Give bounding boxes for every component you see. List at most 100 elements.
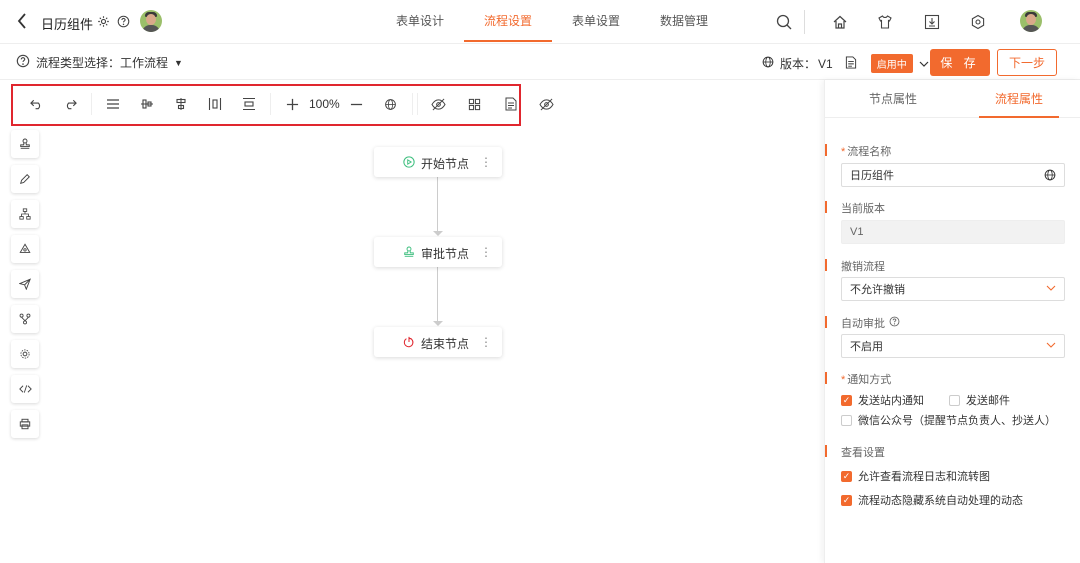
flow-type-label: 流程类型选择：工作流程 bbox=[36, 56, 169, 70]
checkbox-checked[interactable]: ✓ bbox=[841, 394, 852, 406]
distribute-vertical-icon[interactable] bbox=[238, 93, 260, 115]
search-icon[interactable] bbox=[774, 12, 794, 32]
connector-arrow bbox=[433, 321, 443, 326]
section-marker bbox=[825, 316, 827, 328]
more-icon[interactable]: ⋮ bbox=[480, 245, 492, 259]
chevron-down-icon bbox=[1046, 283, 1056, 295]
redo-icon[interactable] bbox=[59, 93, 81, 115]
flow-type-selector[interactable]: 流程类型选择：工作流程 ▼ bbox=[16, 54, 183, 71]
zoom-level: 100% bbox=[309, 97, 340, 111]
view-settings-label: 查看设置 bbox=[841, 447, 885, 459]
next-step-button[interactable]: 下一步 bbox=[997, 49, 1057, 76]
eye-off-icon[interactable] bbox=[428, 93, 450, 115]
flow-name-label: * 流程名称 bbox=[841, 146, 892, 158]
distribute-horizontal-icon[interactable] bbox=[204, 93, 226, 115]
code-icon[interactable] bbox=[11, 375, 39, 403]
tab-form-design[interactable]: 表单设计 bbox=[376, 0, 464, 42]
grid-icon[interactable] bbox=[464, 93, 486, 115]
status-badge: 启用中 bbox=[870, 54, 913, 73]
align-horizontal-center-icon[interactable] bbox=[170, 93, 192, 115]
user-avatar[interactable] bbox=[1020, 10, 1042, 32]
notify-label: * 通知方式 bbox=[841, 374, 892, 386]
send-icon[interactable] bbox=[11, 270, 39, 298]
version-value: V1 bbox=[818, 56, 833, 71]
connector-arrow bbox=[433, 231, 443, 236]
caret-down-icon: ▼ bbox=[174, 57, 183, 68]
current-version-field: V1 bbox=[841, 220, 1065, 244]
back-icon[interactable] bbox=[14, 12, 30, 30]
notify-wechat-checkbox[interactable]: 微信公众号（提醒节点负责人、抄送人） bbox=[841, 412, 1056, 428]
revoke-select[interactable]: 不允许撤销 bbox=[841, 277, 1065, 301]
connector-line bbox=[437, 177, 438, 233]
globe-icon[interactable] bbox=[762, 56, 774, 71]
version-label: 版本： bbox=[780, 57, 817, 71]
canvas-toolbar: 100% bbox=[15, 89, 568, 119]
hierarchy-icon[interactable] bbox=[11, 200, 39, 228]
notify-site-checkbox[interactable]: ✓ 发送站内通知 bbox=[841, 392, 924, 408]
zoom-out-icon[interactable] bbox=[346, 93, 368, 115]
align-vertical-center-icon[interactable] bbox=[136, 93, 158, 115]
document-icon[interactable] bbox=[845, 55, 857, 72]
node-label: 结束节点 bbox=[421, 337, 470, 351]
help-icon[interactable] bbox=[115, 13, 131, 29]
globe-icon[interactable] bbox=[1044, 169, 1056, 184]
divider bbox=[804, 10, 805, 34]
top-bar: 日历组件 表单设计 流程设置 表单设置 数据管理 bbox=[0, 0, 1080, 44]
undo-icon[interactable] bbox=[25, 93, 47, 115]
checkbox-checked[interactable]: ✓ bbox=[841, 494, 852, 506]
document-icon[interactable] bbox=[500, 93, 522, 115]
more-icon[interactable]: ⋮ bbox=[480, 155, 492, 169]
play-circle-icon bbox=[402, 155, 416, 169]
pen-icon[interactable] bbox=[11, 165, 39, 193]
save-button[interactable]: 保 存 bbox=[930, 49, 990, 76]
tab-flow-properties[interactable]: 流程属性 bbox=[979, 80, 1060, 118]
hide-auto-dynamic-checkbox[interactable]: ✓ 流程动态隐藏系统自动处理的动态 bbox=[841, 492, 1023, 508]
history-group bbox=[15, 93, 92, 115]
download-icon[interactable] bbox=[922, 12, 942, 32]
notify-email-checkbox[interactable]: 发送邮件 bbox=[949, 392, 1010, 408]
chevron-down-icon bbox=[1046, 340, 1056, 352]
checkbox-checked[interactable]: ✓ bbox=[841, 470, 852, 482]
branch-icon[interactable] bbox=[11, 305, 39, 333]
sub-bar: 流程类型选择：工作流程 ▼ 版本： V1 启用中 保 存 下一步 bbox=[0, 44, 1080, 80]
stamp-icon[interactable] bbox=[11, 130, 39, 158]
checkbox[interactable] bbox=[841, 414, 852, 426]
auto-approve-select[interactable]: 不启用 bbox=[841, 334, 1065, 358]
start-node[interactable]: 开始节点 ⋮ bbox=[374, 147, 502, 177]
properties-panel: 节点属性 流程属性 * 流程名称 日历组件 当前版本 V1 撤销流程 不允许撤销 … bbox=[824, 80, 1080, 563]
more-icon[interactable]: ⋮ bbox=[480, 335, 492, 349]
tab-node-properties[interactable]: 节点属性 bbox=[869, 80, 917, 118]
recycle-icon[interactable] bbox=[11, 235, 39, 263]
chevron-down-icon[interactable] bbox=[919, 57, 929, 71]
fit-view-icon[interactable] bbox=[380, 93, 402, 115]
cog-icon[interactable] bbox=[11, 340, 39, 368]
approval-node[interactable]: 审批节点 ⋮ bbox=[374, 237, 502, 267]
view-log-checkbox[interactable]: ✓ 允许查看流程日志和流转图 bbox=[841, 468, 990, 484]
revoke-label: 撤销流程 bbox=[841, 261, 885, 273]
printer-icon[interactable] bbox=[11, 410, 39, 438]
main-tabs: 表单设计 流程设置 表单设置 数据管理 bbox=[376, 0, 728, 44]
view-group bbox=[416, 93, 568, 115]
app-title: 日历组件 bbox=[41, 17, 94, 32]
panel-tabs: 节点属性 流程属性 bbox=[825, 80, 1080, 118]
avatar[interactable] bbox=[140, 10, 162, 32]
eye-off-icon[interactable] bbox=[536, 93, 558, 115]
home-icon[interactable] bbox=[830, 12, 850, 32]
node-palette bbox=[11, 130, 39, 445]
section-marker bbox=[825, 445, 827, 457]
align-justify-icon[interactable] bbox=[102, 93, 124, 115]
flow-name-input[interactable]: 日历组件 bbox=[841, 163, 1065, 187]
section-marker bbox=[825, 259, 827, 271]
end-node[interactable]: 结束节点 ⋮ bbox=[374, 327, 502, 357]
tab-data-management[interactable]: 数据管理 bbox=[640, 0, 728, 42]
gear-icon[interactable] bbox=[95, 13, 111, 29]
node-label: 审批节点 bbox=[421, 247, 470, 261]
checkbox[interactable] bbox=[949, 394, 960, 406]
shirt-icon[interactable] bbox=[875, 12, 895, 32]
tab-flow-settings[interactable]: 流程设置 bbox=[464, 0, 553, 42]
help-icon[interactable] bbox=[889, 316, 900, 330]
settings-icon[interactable] bbox=[968, 12, 988, 32]
zoom-group: 100% bbox=[271, 93, 413, 115]
zoom-in-icon[interactable] bbox=[281, 93, 303, 115]
tab-form-settings[interactable]: 表单设置 bbox=[552, 0, 640, 42]
